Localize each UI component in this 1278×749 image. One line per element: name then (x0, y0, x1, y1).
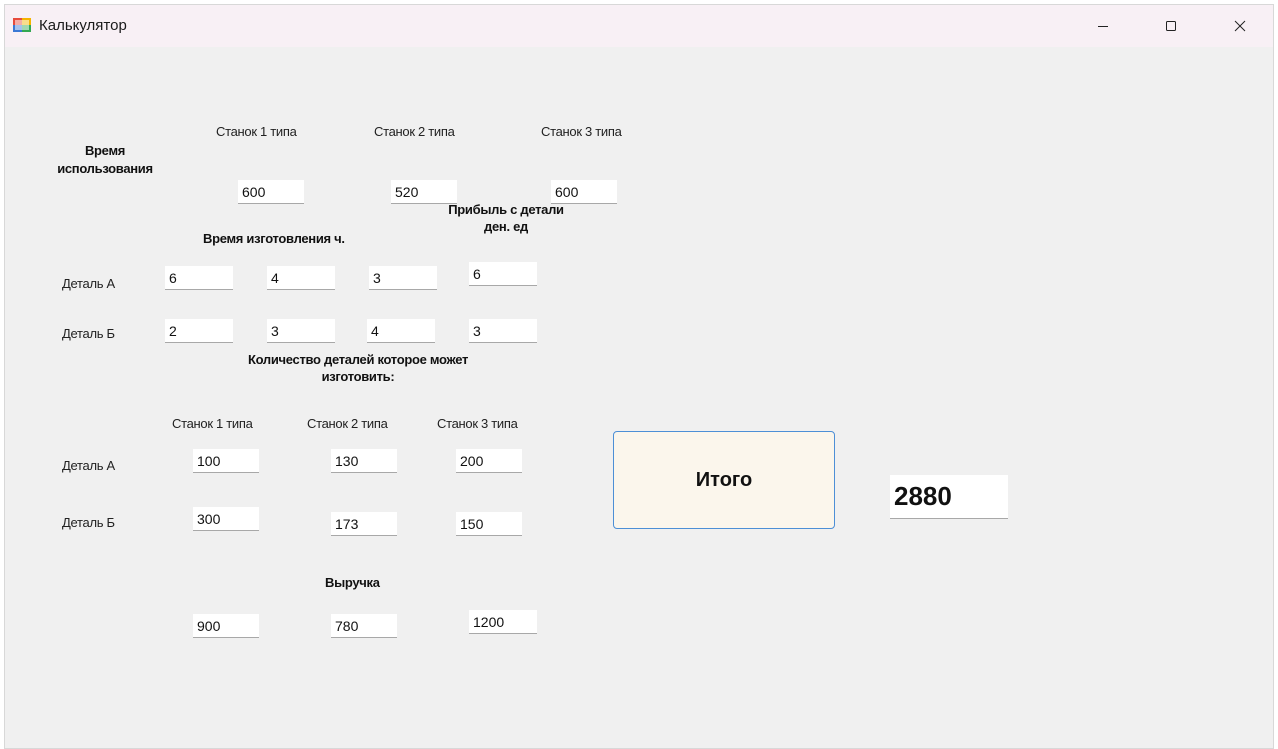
revenue-machine-2[interactable] (331, 614, 397, 638)
capacity-part-a-machine-1[interactable] (193, 449, 259, 473)
form-client-area: Время использования Станок 1 типа Станок… (5, 47, 1273, 748)
revenue-machine-1[interactable] (193, 614, 259, 638)
usage-input-machine-1[interactable] (238, 180, 304, 204)
row-label-part-b: Деталь Б (62, 326, 115, 341)
row-label-part-a: Деталь А (62, 276, 115, 291)
close-button[interactable] (1210, 5, 1270, 47)
usage-header-machine-2: Станок 2 типа (374, 124, 455, 139)
time-part-b-machine-1[interactable] (165, 319, 233, 343)
close-icon (1234, 20, 1246, 32)
time-part-b-machine-3[interactable] (367, 319, 435, 343)
capacity-part-b-machine-1[interactable] (193, 507, 259, 531)
revenue-machine-3[interactable] (469, 610, 537, 634)
capacity-row-label-part-b: Деталь Б (62, 515, 115, 530)
maximize-button[interactable] (1141, 5, 1201, 47)
usage-header-machine-3: Станок 3 типа (541, 124, 622, 139)
time-part-a-machine-1[interactable] (165, 266, 233, 290)
capacity-label: Количество деталей которое может изготов… (247, 352, 469, 384)
capacity-header-machine-1: Станок 1 типа (172, 416, 253, 431)
time-part-a-machine-2[interactable] (267, 266, 335, 290)
capacity-header-machine-3: Станок 3 типа (437, 416, 518, 431)
total-button[interactable]: Итого (613, 431, 835, 529)
capacity-header-machine-2: Станок 2 типа (307, 416, 388, 431)
capacity-row-label-part-a: Деталь А (62, 458, 115, 473)
usage-header-machine-1: Станок 1 типа (216, 124, 297, 139)
revenue-label: Выручка (325, 575, 380, 590)
title-bar[interactable]: Калькулятор (5, 5, 1273, 47)
time-part-a-machine-3[interactable] (369, 266, 437, 290)
capacity-part-b-machine-3[interactable] (456, 512, 522, 536)
maximize-icon (1166, 21, 1176, 31)
profit-part-a[interactable] (469, 262, 537, 286)
window-title: Калькулятор (39, 17, 127, 34)
profit-part-b[interactable] (469, 319, 537, 343)
app-form-icon (13, 18, 31, 32)
calculator-window: Калькулятор Время использования Станок 1… (5, 5, 1273, 748)
time-part-b-machine-2[interactable] (267, 319, 335, 343)
minimize-button[interactable] (1073, 5, 1133, 47)
usage-time-label: Время использования (57, 143, 153, 176)
capacity-part-b-machine-2[interactable] (331, 512, 397, 536)
capacity-part-a-machine-3[interactable] (456, 449, 522, 473)
production-time-label: Время изготовления ч. (203, 231, 345, 246)
capacity-part-a-machine-2[interactable] (331, 449, 397, 473)
profit-per-part-label: Прибыль с детали ден. ед (448, 202, 564, 234)
total-result-field[interactable] (890, 475, 1008, 519)
minimize-icon (1098, 26, 1108, 27)
